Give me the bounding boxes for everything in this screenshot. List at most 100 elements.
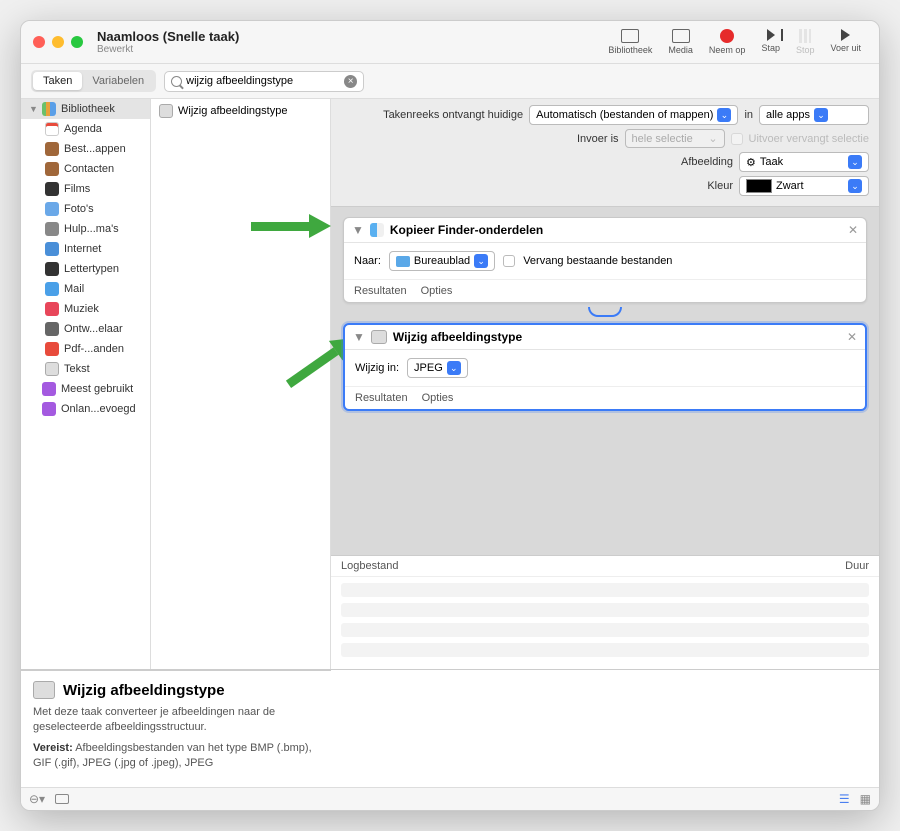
film-icon xyxy=(45,182,59,196)
photo-icon xyxy=(45,202,59,216)
library-header[interactable]: ▼Bibliotheek xyxy=(21,99,150,119)
action-list-item[interactable]: Wijzig afbeeldingstype xyxy=(151,99,330,123)
chevron-icon: ⌄ xyxy=(717,108,731,122)
sidebar-item[interactable]: Mail xyxy=(21,279,150,299)
chevron-icon: ⌄ xyxy=(474,254,488,268)
preview-icon xyxy=(33,681,55,699)
chevron-icon: ⌄ xyxy=(848,179,862,193)
zoom-button[interactable] xyxy=(71,36,83,48)
step-button[interactable]: Stap xyxy=(761,29,780,55)
destination-popup[interactable]: Bureaublad⌄ xyxy=(389,251,495,271)
action-connector xyxy=(343,307,867,319)
workflow-area: Takenreeks ontvangt huidige Automatisch … xyxy=(331,99,879,669)
text-icon xyxy=(45,362,59,376)
sidebar-item[interactable]: Internet xyxy=(21,239,150,259)
log-panel: LogbestandDuur xyxy=(331,555,879,669)
automator-window: Naamloos (Snelle taak) Bewerkt Bibliothe… xyxy=(20,20,880,811)
search-icon xyxy=(171,76,182,87)
library-button[interactable]: Bibliotheek xyxy=(608,29,652,55)
sidebar-item[interactable]: Ontw...elaar xyxy=(21,319,150,339)
books-icon xyxy=(42,102,56,116)
preview-icon xyxy=(159,104,173,118)
log-col-duration: Duur xyxy=(845,560,869,572)
search-input[interactable] xyxy=(186,75,344,87)
workflow-canvas[interactable]: ▼Kopieer Finder-onderdelen✕ Naar: Bureau… xyxy=(331,207,879,555)
smart-folder-icon xyxy=(42,402,56,416)
library-sidebar: ▼Bibliotheek Agenda Best...appen Contact… xyxy=(21,99,151,669)
clear-search-button[interactable]: × xyxy=(344,75,357,88)
options-button[interactable]: Opties xyxy=(422,392,454,404)
media-icon xyxy=(672,29,690,43)
options-button[interactable]: Opties xyxy=(421,285,453,297)
sidebar-item[interactable]: Pdf-...anden xyxy=(21,339,150,359)
tab-actions[interactable]: Taken xyxy=(33,72,82,90)
sidebar-item[interactable]: Lettertypen xyxy=(21,259,150,279)
titlebar: Naamloos (Snelle taak) Bewerkt Bibliothe… xyxy=(21,21,879,64)
color-swatch xyxy=(746,179,772,193)
color-popup[interactable]: Zwart⌄ xyxy=(739,176,869,196)
developer-icon xyxy=(45,322,59,336)
calendar-icon xyxy=(45,122,59,136)
output-replaces-checkbox xyxy=(731,133,743,145)
step-icon xyxy=(767,29,775,41)
search-field[interactable]: × xyxy=(164,71,364,92)
results-button[interactable]: Resultaten xyxy=(354,285,407,297)
sidebar-item[interactable]: Foto's xyxy=(21,199,150,219)
files-icon xyxy=(45,142,59,156)
log-rows xyxy=(331,577,879,669)
replace-checkbox[interactable] xyxy=(503,255,515,267)
view-toggle[interactable] xyxy=(55,794,69,804)
remove-action-button[interactable]: ✕ xyxy=(848,223,858,237)
annotation-arrow xyxy=(251,214,331,238)
run-button[interactable]: Voer uit xyxy=(830,29,861,55)
sidebar-item[interactable]: Agenda xyxy=(21,119,150,139)
settings-button[interactable]: ⊖▾ xyxy=(29,792,45,806)
receives-popup[interactable]: Automatisch (bestanden of mappen)⌄ xyxy=(529,105,738,125)
minimize-button[interactable] xyxy=(52,36,64,48)
chevron-icon: ⌄ xyxy=(814,108,828,122)
most-used[interactable]: Meest gebruikt xyxy=(21,379,150,399)
utilities-icon xyxy=(45,222,59,236)
recently-added[interactable]: Onlan...evoegd xyxy=(21,399,150,419)
font-icon xyxy=(45,262,59,276)
preview-icon xyxy=(371,330,387,344)
sidebar-item[interactable]: Tekst xyxy=(21,359,150,379)
record-icon xyxy=(720,29,734,43)
sidebar-item[interactable]: Contacten xyxy=(21,159,150,179)
footer: ⊖▾ ☰ ▦ xyxy=(21,787,879,810)
record-button[interactable]: Neem op xyxy=(709,29,746,55)
log-col-file: Logbestand xyxy=(341,560,845,572)
smart-folder-icon xyxy=(42,382,56,396)
media-button[interactable]: Media xyxy=(668,29,693,55)
subtoolbar: Taken Variabelen × xyxy=(21,64,879,99)
main-body: ▼Bibliotheek Agenda Best...appen Contact… xyxy=(21,99,879,669)
receives-label: Takenreeks ontvangt huidige xyxy=(383,109,523,121)
in-popup[interactable]: alle apps⌄ xyxy=(759,105,869,125)
chevron-icon: ⌄ xyxy=(447,361,461,375)
tab-variables[interactable]: Variabelen xyxy=(82,72,154,90)
sidebar-item[interactable]: Films xyxy=(21,179,150,199)
contacts-icon xyxy=(45,162,59,176)
play-icon xyxy=(841,29,850,41)
list-view-button[interactable]: ☰ xyxy=(839,792,850,806)
grid-view-button[interactable]: ▦ xyxy=(860,792,871,806)
library-icon xyxy=(621,29,639,43)
tab-segment: Taken Variabelen xyxy=(31,70,156,92)
sidebar-item[interactable]: Hulp...ma's xyxy=(21,219,150,239)
title-area: Naamloos (Snelle taak) Bewerkt xyxy=(97,29,608,55)
sidebar-item[interactable]: Best...appen xyxy=(21,139,150,159)
window-title: Naamloos (Snelle taak) xyxy=(97,29,608,44)
workflow-options: Takenreeks ontvangt huidige Automatisch … xyxy=(331,99,879,207)
action-copy-finder[interactable]: ▼Kopieer Finder-onderdelen✕ Naar: Bureau… xyxy=(343,217,867,303)
window-subtitle: Bewerkt xyxy=(97,44,608,55)
action-change-image-type[interactable]: ▼Wijzig afbeeldingstype✕ Wijzig in: JPEG… xyxy=(343,323,867,411)
pdf-icon xyxy=(45,342,59,356)
close-button[interactable] xyxy=(33,36,45,48)
sidebar-item[interactable]: Muziek xyxy=(21,299,150,319)
remove-action-button[interactable]: ✕ xyxy=(847,330,857,344)
action-description: Wijzig afbeeldingstype Met deze taak con… xyxy=(21,670,331,787)
format-popup[interactable]: JPEG⌄ xyxy=(407,358,468,378)
results-button[interactable]: Resultaten xyxy=(355,392,408,404)
image-popup[interactable]: ⚙ Taak⌄ xyxy=(739,152,869,172)
stop-button[interactable]: Stop xyxy=(796,29,815,55)
